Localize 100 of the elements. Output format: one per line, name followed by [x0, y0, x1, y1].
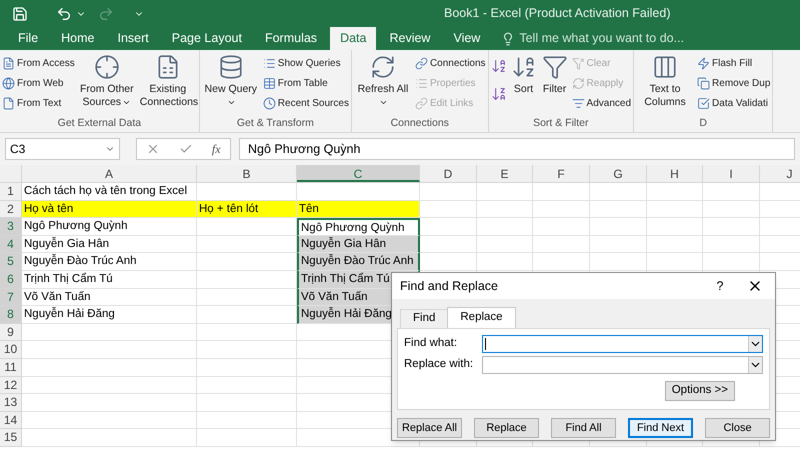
dialog-button[interactable]: Find All [551, 418, 616, 438]
empty-cell[interactable] [477, 183, 533, 201]
empty-cell[interactable] [477, 218, 533, 236]
empty-cell[interactable] [533, 218, 590, 236]
empty-cell[interactable] [477, 200, 533, 218]
row-header[interactable]: 11 [0, 358, 22, 377]
table-cell[interactable]: Nguyễn Gia Hân [22, 236, 197, 254]
ribbon-tab[interactable]: Review [379, 27, 440, 50]
ribbon-tab[interactable]: Page Layout [162, 27, 252, 50]
column-header[interactable]: E [477, 165, 533, 182]
empty-cell[interactable] [647, 200, 703, 218]
empty-cell[interactable] [703, 183, 760, 201]
column-header[interactable]: I [703, 165, 760, 182]
ribbon-small-button[interactable]: Data Validati [697, 94, 770, 113]
empty-cell[interactable] [197, 324, 297, 342]
empty-cell[interactable] [533, 253, 590, 271]
row-header[interactable]: 13 [0, 394, 22, 412]
table-cell[interactable]: Ngô Phương Quỳnh [22, 218, 197, 236]
ribbon-small-button[interactable]: Connections [414, 54, 486, 73]
empty-cell[interactable] [197, 412, 297, 430]
empty-cell[interactable] [477, 253, 533, 271]
empty-cell[interactable] [590, 183, 647, 201]
column-header[interactable]: A [22, 165, 197, 182]
table-cell[interactable]: Tên [297, 200, 420, 218]
ribbon-small-button[interactable]: From Web [2, 74, 75, 93]
row-header[interactable]: 9 [0, 324, 22, 342]
empty-cell[interactable] [590, 200, 647, 218]
ribbon-small-button[interactable]: Show Queries [262, 54, 349, 73]
empty-cell[interactable] [703, 236, 760, 254]
empty-cell[interactable] [197, 376, 297, 394]
table-cell[interactable]: Nguyễn Gia Hân [297, 236, 420, 254]
table-cell[interactable]: Nguyễn Hải Đăng [22, 306, 197, 324]
row-header[interactable]: 2 [0, 200, 22, 218]
empty-cell[interactable] [420, 183, 477, 201]
insert-function-label[interactable]: fx [212, 140, 221, 158]
input-field[interactable] [482, 356, 763, 374]
empty-cell[interactable] [533, 236, 590, 254]
options-button[interactable]: Options >> [664, 381, 735, 401]
empty-cell[interactable] [197, 394, 297, 412]
row-header[interactable]: 10 [0, 341, 22, 359]
table-cell[interactable]: Nguyễn Đào Trúc Anh [297, 253, 420, 271]
ribbon-tab[interactable]: View [443, 27, 490, 50]
ribbon-large-button[interactable]: Refresh All [354, 54, 412, 109]
formula-field[interactable]: Ngô Phương Quỳnh [239, 138, 795, 160]
ribbon-small-button[interactable]: Advanced [572, 94, 632, 113]
empty-cell[interactable] [647, 236, 703, 254]
empty-cell[interactable] [533, 200, 590, 218]
empty-cell[interactable] [197, 341, 297, 359]
ribbon-small-button[interactable]: From Access [2, 54, 75, 73]
empty-cell[interactable] [590, 253, 647, 271]
empty-cell[interactable] [647, 183, 703, 201]
empty-cell[interactable] [420, 218, 477, 236]
input-field[interactable] [482, 335, 763, 353]
table-cell[interactable]: Họ + tên lót [197, 200, 297, 218]
ribbon-small-button[interactable]: Recent Sources [262, 94, 349, 113]
empty-cell[interactable] [647, 253, 703, 271]
dialog-tab[interactable]: Replace [447, 307, 516, 328]
empty-cell[interactable] [197, 429, 297, 447]
column-header[interactable]: G [590, 165, 647, 182]
empty-cell[interactable] [197, 358, 297, 377]
undo-icon[interactable] [56, 6, 72, 22]
row-header[interactable]: 1 [0, 183, 22, 201]
dialog-button[interactable]: Replace [474, 418, 539, 438]
row-header[interactable]: 5 [0, 253, 22, 271]
table-cell[interactable]: Họ và tên [22, 200, 197, 218]
table-cell[interactable]: Nguyễn Đào Trúc Anh [22, 253, 197, 271]
ribbon-tab[interactable]: Home [51, 27, 104, 50]
name-box[interactable]: C3 [5, 138, 120, 160]
help-button[interactable]: ? [705, 276, 735, 296]
tell-me-field[interactable]: Tell me what you want to do... [501, 27, 684, 50]
ribbon-tab[interactable]: Formulas [254, 27, 328, 50]
empty-cell[interactable] [590, 218, 647, 236]
ribbon-small-button[interactable]: Remove Dup [697, 74, 770, 93]
empty-cell[interactable] [533, 183, 590, 201]
save-icon[interactable] [12, 6, 28, 22]
empty-cell[interactable] [647, 218, 703, 236]
column-header[interactable]: J [760, 165, 800, 182]
dropdown-icon[interactable] [748, 336, 762, 352]
empty-cell[interactable] [703, 253, 760, 271]
row-header[interactable]: 8 [0, 306, 22, 324]
table-cell[interactable]: Võ Văn Tuấn [22, 288, 197, 306]
row-header[interactable]: 6 [0, 270, 22, 289]
ribbon-large-button[interactable]: New Query [202, 54, 260, 109]
ribbon-tab[interactable]: File [8, 27, 48, 50]
column-header[interactable]: H [647, 165, 703, 182]
redo-icon[interactable] [98, 6, 114, 22]
column-header[interactable]: D [420, 165, 477, 182]
ribbon-large-button[interactable]: Text to Columns [636, 54, 694, 109]
sort-ascending-icon[interactable] [490, 58, 507, 74]
row-header[interactable]: 15 [0, 429, 22, 447]
column-header[interactable]: C [297, 165, 420, 182]
empty-cell[interactable] [703, 200, 760, 218]
ribbon-large-button[interactable]: From Other Sources [78, 54, 136, 109]
empty-cell[interactable] [703, 218, 760, 236]
row-header[interactable]: 4 [0, 236, 22, 254]
ribbon-tab[interactable]: Insert [108, 27, 159, 50]
ribbon-large-button[interactable]: Existing Connections [138, 54, 197, 109]
ribbon-small-button[interactable]: From Table [262, 74, 349, 93]
row-header[interactable]: 14 [0, 412, 22, 430]
column-header[interactable]: F [533, 165, 590, 182]
